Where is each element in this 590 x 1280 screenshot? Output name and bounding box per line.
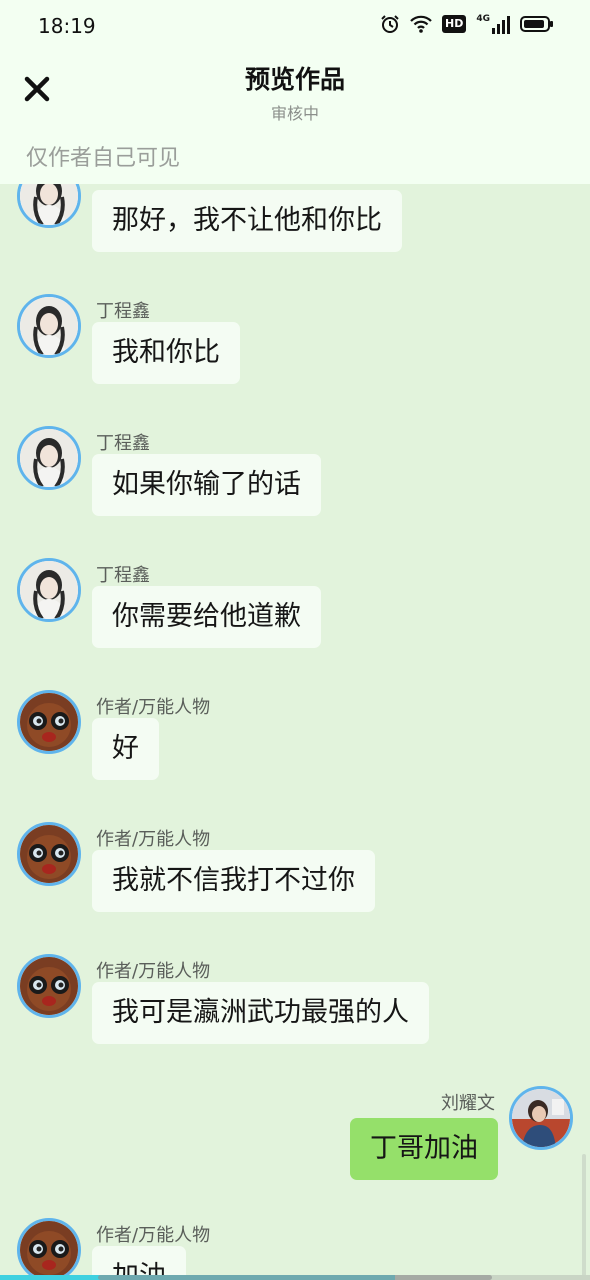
message-bubble[interactable]: 我和你比 bbox=[92, 322, 240, 384]
sender-name: 作者/万能人物 bbox=[96, 1225, 211, 1246]
status-time: 18:19 bbox=[38, 14, 96, 38]
sender-name: 作者/万能人物 bbox=[96, 961, 211, 982]
avatar[interactable] bbox=[17, 822, 81, 886]
sender-name: 丁程鑫 bbox=[96, 301, 150, 322]
avatar[interactable] bbox=[17, 558, 81, 622]
alarm-icon bbox=[381, 15, 399, 33]
status-bar: 18:19 HD 4G bbox=[0, 0, 590, 52]
sender-name: 丁程鑫 bbox=[96, 433, 150, 454]
page-title: 预览作品 bbox=[244, 65, 345, 94]
avatar[interactable] bbox=[17, 1218, 81, 1280]
avatar[interactable] bbox=[17, 690, 81, 754]
sender-name: 作者/万能人物 bbox=[96, 697, 211, 718]
network-type-label: 4G bbox=[476, 14, 490, 24]
message-bubble[interactable]: 我就不信我打不过你 bbox=[92, 850, 375, 912]
status-icons: HD 4G bbox=[380, 14, 554, 34]
avatar[interactable] bbox=[509, 1086, 573, 1150]
wifi-icon bbox=[410, 15, 432, 33]
message-bubble[interactable]: 如果你输了的话 bbox=[92, 454, 321, 516]
message-bubble[interactable]: 你需要给他道歉 bbox=[92, 586, 321, 648]
avatar[interactable] bbox=[17, 426, 81, 490]
review-status: 审核中 bbox=[270, 104, 319, 123]
battery-icon bbox=[520, 16, 553, 32]
message-bubble[interactable]: 我可是瀛洲武功最强的人 bbox=[92, 982, 429, 1044]
header: 预览作品 审核中 仅作者自己可见 bbox=[0, 52, 590, 184]
chat-list[interactable]: 那好，我不让他和你比 丁程鑫 我和你比 丁程鑫 如果你输了的话 丁程鑫 你需要给… bbox=[0, 184, 590, 1280]
avatar[interactable] bbox=[17, 294, 81, 358]
home-indicator[interactable] bbox=[98, 1275, 492, 1280]
message-bubble[interactable]: 丁哥加油 bbox=[350, 1118, 498, 1180]
avatar[interactable] bbox=[17, 184, 81, 228]
sender-name: 刘耀文 bbox=[441, 1093, 495, 1114]
scrollbar[interactable] bbox=[582, 1154, 586, 1280]
message-bubble[interactable]: 那好，我不让他和你比 bbox=[92, 190, 402, 252]
visibility-note: 仅作者自己可见 bbox=[26, 146, 181, 171]
hd-icon: HD bbox=[442, 15, 467, 33]
sender-name: 作者/万能人物 bbox=[96, 829, 211, 850]
message-bubble[interactable]: 好 bbox=[92, 718, 159, 780]
sender-name: 丁程鑫 bbox=[96, 565, 150, 586]
4g-signal-icon: 4G bbox=[476, 14, 510, 34]
avatar[interactable] bbox=[17, 954, 81, 1018]
